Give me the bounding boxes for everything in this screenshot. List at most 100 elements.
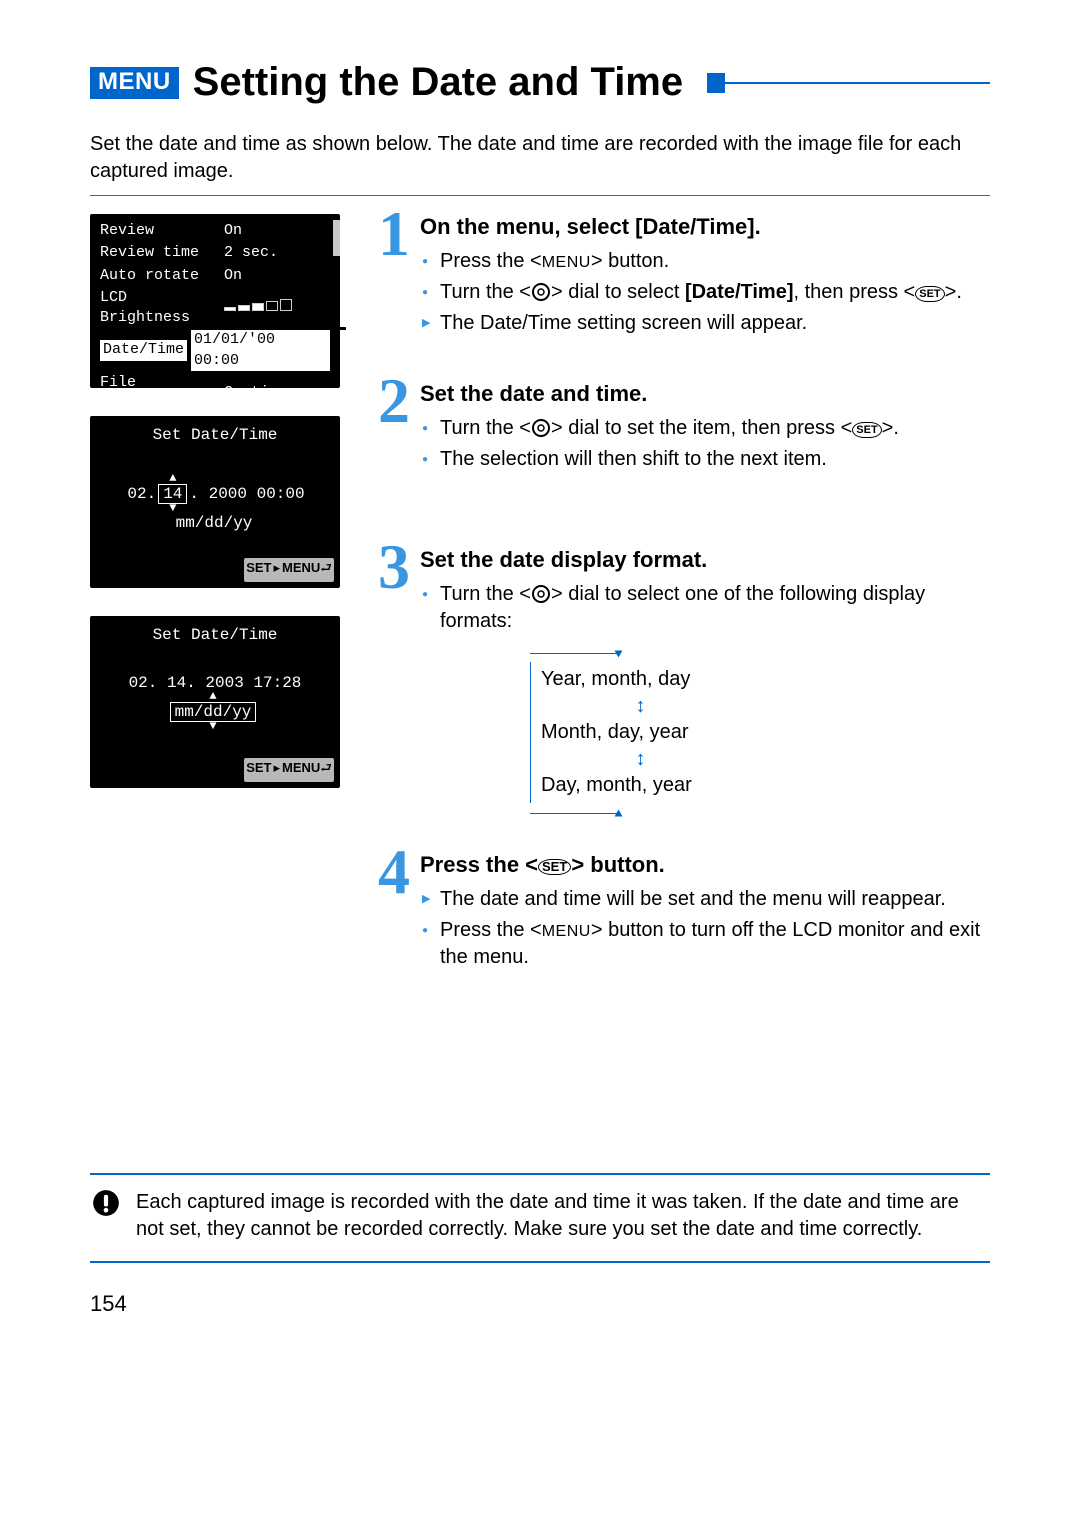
step-item-result: The Date/Time setting screen will appear…	[440, 310, 990, 337]
separator	[90, 195, 990, 196]
dial-icon	[531, 282, 551, 302]
menu-label: MENU	[282, 760, 320, 775]
menu-value: On	[224, 266, 330, 286]
lcd-menu-screen: Review On Review time 2 sec. Auto rotate…	[90, 214, 340, 388]
text: Press the <	[440, 250, 542, 272]
menu-value: On	[224, 221, 330, 241]
format-option: Day, month, year	[541, 768, 740, 803]
step-number: 1	[372, 208, 416, 341]
step-number: 4	[372, 846, 416, 975]
cycle-arrow-icon	[530, 653, 620, 662]
step-item: Press the <MENU> button to turn off the …	[440, 917, 990, 971]
step-title: Set the date and time.	[420, 381, 990, 407]
step-item: Turn the <> dial to select one of the fo…	[440, 581, 990, 635]
date-part: . 2000 00:00 mm/dd/yy	[176, 485, 305, 532]
lcd-footer-buttons: SET▸MENU⮐	[244, 758, 334, 782]
menu-glyph: MENU	[542, 254, 591, 271]
menu-label: Review time	[100, 243, 220, 263]
menu-badge: MENU	[90, 67, 179, 99]
set-icon: SET	[852, 422, 881, 438]
page-title-row: MENU Setting the Date and Time	[90, 60, 990, 105]
dial-icon	[531, 418, 551, 438]
step-item: The selection will then shift to the nex…	[440, 446, 990, 473]
set-label: SET	[246, 560, 271, 575]
lcd-title: Set Date/Time	[90, 416, 340, 444]
updown-arrow-icon: ↕	[541, 750, 740, 768]
text: > dial to set the item, then press <	[551, 417, 852, 439]
page: MENU Setting the Date and Time Set the d…	[0, 0, 1080, 1529]
lcd-body: 02. 14. 2003 17:28 ▲mm/dd/yy▼	[90, 644, 340, 756]
menu-row-file-numbering: File numbering Continuous	[90, 372, 340, 415]
page-number: 154	[90, 1291, 990, 1317]
step-item: Turn the < > dial to select [Date/Time], …	[440, 279, 990, 306]
lcd-set-date-screen-1: Set Date/Time 02.▲14▼. 2000 00:00 mm/dd/…	[90, 416, 340, 588]
lcd-menu-list: Review On Review time 2 sec. Auto rotate…	[90, 214, 340, 441]
selection-marker-icon	[340, 327, 346, 330]
caution-icon	[92, 1189, 120, 1222]
text: >.	[945, 281, 962, 303]
step-4: 4 Press the <SET> button. The date and t…	[372, 852, 990, 975]
step-item-result: The date and time will be set and the me…	[440, 886, 990, 913]
content-columns: Review On Review time 2 sec. Auto rotate…	[90, 214, 990, 1013]
title-accent	[707, 73, 990, 93]
date-part	[256, 703, 260, 721]
lcd-footer: SET▸MENU⮐	[90, 756, 340, 788]
lcd-title: Set Date/Time	[90, 616, 340, 644]
step-2: 2 Set the date and time. Turn the <> dia…	[372, 381, 990, 477]
format-option: Year, month, day	[541, 662, 740, 697]
menu-label: MENU	[282, 560, 320, 575]
lcd-footer: SET▸MENU⮐	[90, 556, 340, 588]
lcd-set-date-screen-2: Set Date/Time 02. 14. 2003 17:28 ▲mm/dd/…	[90, 616, 340, 788]
step-1: 1 On the menu, select [Date/Time]. Press…	[372, 214, 990, 341]
text: , then press <	[794, 281, 916, 303]
step-title: On the menu, select [Date/Time].	[420, 214, 990, 240]
step-title: Press the <SET> button.	[420, 852, 990, 878]
text: > button.	[591, 250, 669, 272]
text: Press the <	[440, 919, 542, 941]
menu-row-lcd-brightness: LCD Brightness	[90, 287, 340, 330]
format-cycle-diagram: Year, month, day ↕ Month, day, year ↕ Da…	[540, 653, 740, 814]
text: Press the <	[420, 852, 538, 877]
intro-text: Set the date and time as shown below. Th…	[90, 131, 990, 185]
text-bold: [Date/Time]	[685, 281, 794, 303]
text: >.	[882, 417, 899, 439]
menu-row-auto-rotate: Auto rotate On	[90, 265, 340, 287]
menu-row-review-time: Review time 2 sec.	[90, 242, 340, 264]
menu-label: LCD Brightness	[100, 288, 220, 329]
lcd-body: 02.▲14▼. 2000 00:00 mm/dd/yy	[90, 444, 340, 556]
step-title: Set the date display format.	[420, 547, 990, 573]
step-content: Press the <SET> button. The date and tim…	[420, 852, 990, 975]
updown-arrow-icon: ↕	[541, 697, 740, 715]
scroll-tab-icon	[333, 220, 340, 256]
set-icon: SET	[915, 286, 944, 302]
text: Turn the <	[440, 281, 531, 303]
step-content: Set the date display format. Turn the <>…	[420, 547, 990, 814]
selection-arrows-icon: ▲14▼	[158, 474, 187, 514]
page-title: Setting the Date and Time	[193, 60, 683, 105]
dial-icon	[531, 584, 551, 604]
menu-label: File numbering	[100, 373, 220, 414]
text: > dial to select	[551, 281, 685, 303]
step-item: Press the <MENU> button.	[440, 248, 990, 275]
menu-value: Continuous	[224, 383, 330, 403]
cycle-arrow-icon	[530, 805, 620, 814]
set-label: SET	[246, 760, 271, 775]
note-box: Each captured image is recorded with the…	[90, 1173, 990, 1263]
menu-label: Date/Time	[100, 340, 187, 360]
menu-value: 01/01/'00 00:00	[191, 330, 330, 371]
step-content: Set the date and time. Turn the < > dial …	[420, 381, 990, 477]
format-option: Month, day, year	[541, 715, 740, 750]
menu-glyph: MENU	[542, 923, 591, 940]
set-icon: SET	[538, 859, 571, 875]
step-number: 3	[372, 541, 416, 814]
lcd-column: Review On Review time 2 sec. Auto rotate…	[90, 214, 340, 816]
selection-arrows-icon: ▲mm/dd/yy▼	[170, 692, 257, 732]
text: Turn the <	[440, 417, 531, 439]
menu-label: Auto rotate	[100, 266, 220, 286]
menu-value: 2 sec.	[224, 243, 330, 263]
step-number: 2	[372, 375, 416, 477]
menu-label: Review	[100, 221, 220, 241]
menu-row-date-time: Date/Time 01/01/'00 00:00	[90, 329, 340, 372]
step-item: Turn the < > dial to set the item, then p…	[440, 415, 990, 442]
date-part: 02.	[125, 485, 158, 503]
